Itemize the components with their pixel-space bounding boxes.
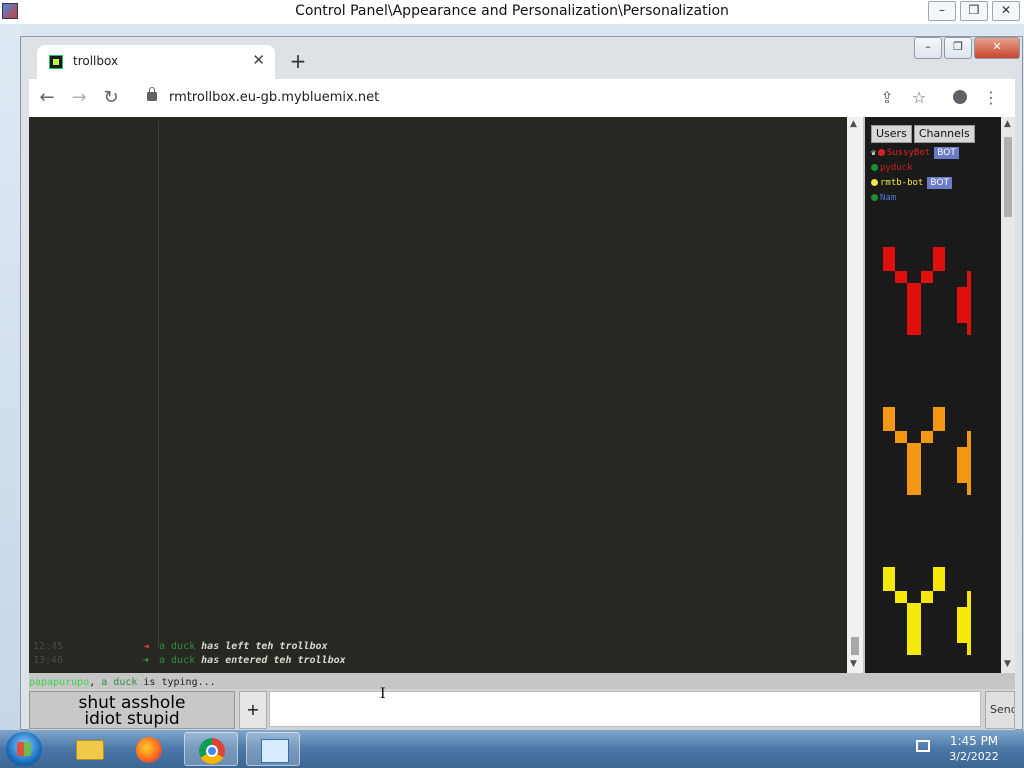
clock-date[interactable]: 3/2/2022 — [944, 750, 1004, 763]
browser-close-button[interactable]: ✕ — [974, 37, 1020, 59]
sidebar-scrollbar-thumb[interactable] — [1004, 137, 1012, 217]
message-input[interactable] — [269, 691, 981, 727]
chrome-icon — [199, 738, 225, 764]
message-composer: shut asshole idiot stupid + Send — [29, 689, 1015, 731]
image-button-line: idiot stupid — [84, 709, 180, 729]
status-dot-icon — [871, 179, 878, 186]
status-dot-icon — [871, 194, 878, 201]
taskbar: 1:45 PM 3/2/2022 — [0, 730, 1024, 768]
user-name[interactable]: SussyBot — [887, 148, 930, 158]
enter-arrow-icon: ➔ — [143, 655, 150, 666]
chat-message: 12:45 ◄ a duck has left teh trollbox — [33, 641, 328, 652]
message-time: 13:46 — [33, 655, 64, 666]
left-arrow-icon: ◄ — [143, 641, 150, 652]
message-text: has left teh trollbox — [201, 641, 328, 652]
maximize-button[interactable]: ❐ — [960, 1, 988, 21]
user-item[interactable]: Nam — [871, 190, 959, 205]
user-item[interactable]: rmtb-bot BOT — [871, 175, 959, 190]
orange-pixel-art-graphic — [883, 407, 971, 495]
control-panel-background — [0, 24, 22, 730]
typing-text: is typing... — [137, 677, 216, 688]
browser-maximize-button[interactable]: ❐ — [944, 37, 972, 59]
user-item[interactable]: ♛ SussyBot BOT — [871, 145, 959, 160]
taskbar-firefox[interactable] — [122, 732, 176, 766]
page-viewport: 12:45 ◄ a duck has left teh trollbox 13:46… — [29, 117, 1015, 731]
message-nick[interactable]: a duck — [159, 655, 195, 666]
control-panel-window-controls: – ❐ ✕ — [928, 1, 1020, 21]
minimize-button[interactable]: – — [928, 1, 956, 21]
user-name[interactable]: Nam — [880, 193, 896, 203]
typing-separator: , — [89, 677, 102, 688]
control-panel-titlebar: Control Panel\Appearance and Personaliza… — [0, 0, 1024, 24]
forward-arrow-icon[interactable]: → — [67, 86, 91, 110]
taskbar-control-panel[interactable] — [246, 732, 300, 766]
tab-close-icon[interactable]: ✕ — [252, 51, 265, 69]
reload-icon[interactable]: ↻ — [99, 86, 123, 110]
back-arrow-icon[interactable]: ← — [35, 86, 59, 110]
profile-icon[interactable] — [947, 86, 971, 110]
folder-icon — [76, 740, 104, 760]
send-button[interactable]: Send — [985, 691, 1015, 729]
status-dot-icon — [871, 164, 878, 171]
message-nick[interactable]: a duck — [159, 641, 195, 652]
typing-nick: papapurupo — [29, 677, 90, 688]
typing-nick: a duck — [101, 677, 138, 688]
menu-kebab-icon[interactable]: ⋮ — [979, 86, 1003, 110]
control-panel-icon — [261, 739, 289, 763]
close-button[interactable]: ✕ — [992, 1, 1020, 21]
sidebar-tabs: Users Channels — [871, 125, 975, 143]
tab-title: trollbox — [73, 54, 119, 68]
scroll-up-icon[interactable]: ▲ — [850, 119, 857, 129]
user-name[interactable]: rmtb-bot — [880, 178, 923, 188]
message-text: has entered teh trollbox — [201, 655, 346, 666]
user-list: ♛ SussyBot BOT pyduck rmtb-bot BOT Nam — [871, 145, 959, 205]
bot-badge: BOT — [934, 146, 959, 159]
attach-plus-button[interactable]: + — [239, 691, 267, 729]
user-sidebar: Users Channels ♛ SussyBot BOT pyduck rmt… — [865, 117, 1001, 673]
sidebar-scrollbar[interactable]: ▲ ▼ — [1001, 117, 1015, 673]
tab-trollbox[interactable]: trollbox ✕ — [37, 45, 275, 79]
chat-log: 12:45 ◄ a duck has left teh trollbox 13:46… — [29, 117, 847, 673]
yellow-pixel-art-graphic — [883, 567, 971, 655]
owner-crown-icon: ♛ — [871, 148, 876, 157]
browser-window-controls: – ❐ ✕ — [914, 37, 1020, 59]
browser-minimize-button[interactable]: – — [914, 37, 942, 59]
bot-badge: BOT — [927, 176, 952, 189]
user-item[interactable]: pyduck — [871, 160, 959, 175]
control-panel-title: Control Panel\Appearance and Personaliza… — [295, 3, 729, 19]
browser-window: trollbox ✕ + – ❐ ✕ ← → ↻ rmtrollbox.eu-g… — [20, 36, 1023, 731]
taskbar-chrome[interactable] — [184, 732, 238, 766]
red-pixel-art-graphic — [883, 247, 971, 335]
network-icon[interactable] — [916, 740, 930, 752]
trollbox-favicon-icon — [49, 55, 63, 69]
start-button[interactable] — [6, 732, 42, 766]
status-dot-icon — [877, 149, 885, 156]
scrollbar-thumb[interactable] — [851, 637, 859, 655]
firefox-icon — [136, 737, 162, 763]
tab-strip: trollbox ✕ + – ❐ ✕ — [21, 37, 1022, 79]
share-icon[interactable]: ⇪ — [875, 86, 899, 110]
scroll-up-icon[interactable]: ▲ — [1004, 119, 1011, 129]
message-time: 12:45 — [33, 641, 64, 652]
image-button[interactable]: shut asshole idiot stupid — [29, 691, 235, 729]
clock-time[interactable]: 1:45 PM — [944, 734, 1004, 748]
chat-message: 13:46 ➔ a duck has entered teh trollbox — [33, 655, 346, 666]
chat-scrollbar[interactable]: ▲ ▼ — [847, 117, 863, 673]
new-tab-button[interactable]: + — [285, 49, 311, 75]
scroll-down-icon[interactable]: ▼ — [850, 659, 857, 669]
user-name[interactable]: pyduck — [880, 163, 913, 173]
text-cursor-icon: I — [380, 686, 386, 702]
url-text[interactable]: rmtrollbox.eu-gb.mybluemix.net — [169, 90, 379, 105]
tab-channels[interactable]: Channels — [913, 125, 975, 143]
bookmark-star-icon[interactable]: ☆ — [907, 86, 931, 110]
taskbar-explorer[interactable] — [62, 732, 116, 766]
lock-icon[interactable] — [147, 87, 157, 101]
tab-users[interactable]: Users — [871, 125, 912, 143]
browser-toolbar: ← → ↻ rmtrollbox.eu-gb.mybluemix.net ⇪ ☆… — [29, 79, 1015, 117]
address-bar[interactable]: rmtrollbox.eu-gb.mybluemix.net — [137, 84, 777, 112]
scroll-down-icon[interactable]: ▼ — [1004, 659, 1011, 669]
chat-divider — [158, 121, 159, 649]
